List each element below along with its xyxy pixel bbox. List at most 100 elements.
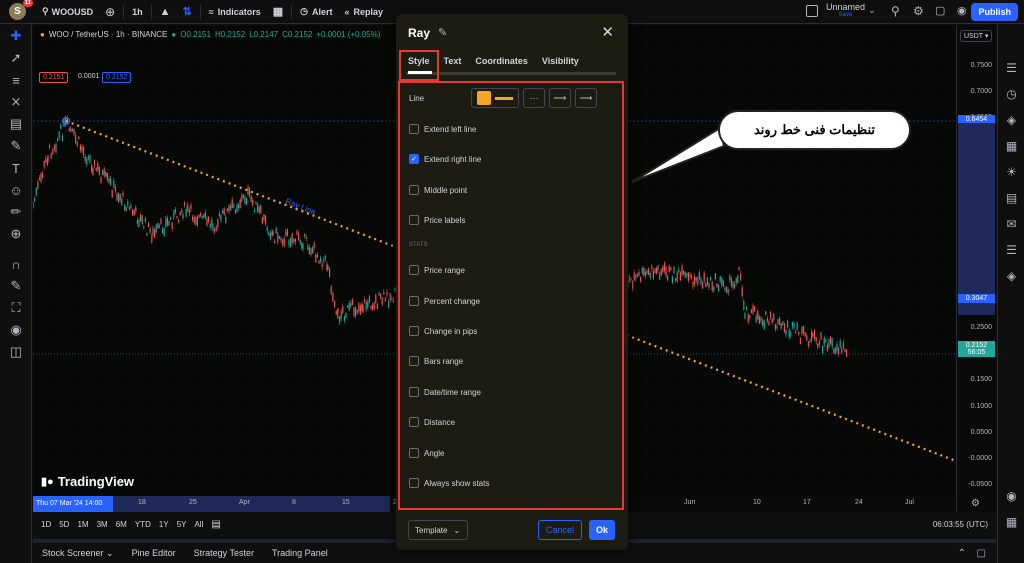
checkbox[interactable]: [409, 417, 419, 427]
replay-button[interactable]: «Replay: [339, 0, 390, 24]
panel-strategy-tester[interactable]: Strategy Tester: [185, 548, 263, 558]
symbol-search-button[interactable]: ⚲ WOOUSD: [36, 0, 99, 24]
range-ytd[interactable]: YTD: [131, 520, 155, 529]
legend-title[interactable]: WOO / TetherUS · 1h · BINANCE: [49, 30, 168, 39]
candles-icon[interactable]: ⇅: [177, 0, 198, 24]
interval-button[interactable]: 1h: [126, 0, 149, 24]
close-icon[interactable]: ✕: [601, 23, 614, 41]
help-icon[interactable]: ◉: [998, 483, 1024, 509]
indicators-button[interactable]: ≈ Indicators: [203, 0, 267, 24]
emoji-icon[interactable]: ☺: [0, 179, 32, 201]
clock[interactable]: 06:03:55 (UTC): [933, 520, 988, 529]
stat-change-in-pips[interactable]: Change in pips: [409, 326, 477, 336]
watchlist-icon[interactable]: ☰: [998, 55, 1024, 81]
checkbox[interactable]: [409, 478, 419, 488]
checkbox[interactable]: [409, 185, 419, 195]
line-color-width-button[interactable]: [471, 88, 519, 108]
checkbox[interactable]: [409, 326, 419, 336]
ruler-icon[interactable]: ✏: [0, 201, 32, 223]
panel-pine-editor[interactable]: Pine Editor: [123, 548, 185, 558]
compare-symbol-button[interactable]: ⊕: [99, 0, 121, 24]
checkbox[interactable]: [409, 265, 419, 275]
settings-icon[interactable]: ⚙: [913, 4, 924, 18]
range-1m[interactable]: 1M: [73, 520, 92, 529]
ok-button[interactable]: Ok: [589, 520, 615, 540]
checkbox[interactable]: [409, 387, 419, 397]
notes-icon[interactable]: ☰: [998, 237, 1024, 263]
tab-coordinates[interactable]: Coordinates: [468, 54, 535, 74]
range-6m[interactable]: 6M: [112, 520, 131, 529]
publish-button[interactable]: Publish: [971, 3, 1018, 21]
eye-icon[interactable]: ◉: [0, 319, 32, 341]
range-1y[interactable]: 1Y: [155, 520, 173, 529]
chat-icon[interactable]: ✉: [998, 211, 1024, 237]
panel-trading-panel[interactable]: Trading Panel: [263, 548, 337, 558]
currency-selector[interactable]: USDT ▾: [960, 30, 993, 42]
camera-icon[interactable]: ◉: [957, 4, 967, 17]
data-window-icon[interactable]: ▦: [998, 133, 1024, 159]
zoom-in-icon[interactable]: ⊕: [0, 223, 32, 245]
sell-price-box[interactable]: 0.2151: [39, 72, 69, 83]
goto-date-icon[interactable]: ▤: [207, 519, 224, 530]
buy-price-box[interactable]: 0.2152: [102, 72, 132, 83]
checkbox[interactable]: [409, 356, 419, 366]
tab-text[interactable]: Text: [437, 54, 469, 74]
stay-in-drawing-icon[interactable]: ✎: [0, 275, 32, 297]
template-dropdown[interactable]: Template ⌄: [408, 520, 468, 540]
stat-distance[interactable]: Distance: [409, 417, 455, 427]
tab-visibility[interactable]: Visibility: [535, 54, 586, 74]
range-5y[interactable]: 5Y: [173, 520, 191, 529]
fib-icon[interactable]: ≡: [0, 69, 32, 91]
layout-icon[interactable]: [806, 5, 818, 17]
calendar-icon[interactable]: ▤: [998, 185, 1024, 211]
checkbox[interactable]: [409, 124, 419, 134]
object-tree-icon[interactable]: ◈: [998, 107, 1024, 133]
line-end-icon[interactable]: ⟶: [575, 88, 597, 108]
price-scale[interactable]: USDT ▾ 0.75000.70000.65000.60000.55000.5…: [956, 25, 996, 512]
option-extend-right[interactable]: ✓ Extend right line: [409, 154, 481, 164]
ideas-icon[interactable]: ☀: [998, 159, 1024, 185]
layout-grid-icon[interactable]: ▦: [267, 0, 289, 24]
fullscreen-icon[interactable]: ▢: [935, 4, 945, 17]
stat-always-show[interactable]: Always show stats: [409, 478, 489, 488]
lock-icon[interactable]: ⛶: [0, 297, 32, 319]
text-icon[interactable]: T: [0, 157, 32, 179]
prediction-icon[interactable]: ▤: [0, 113, 32, 135]
chevron-down-icon[interactable]: ⌄: [868, 5, 876, 16]
scale-settings-icon[interactable]: ⚙: [971, 498, 980, 509]
option-price-labels[interactable]: Price labels: [409, 215, 465, 225]
checkbox[interactable]: [409, 448, 419, 458]
stat-percent-change[interactable]: Percent change: [409, 296, 480, 306]
rename-pencil-icon[interactable]: ✎: [438, 26, 447, 39]
checkbox[interactable]: [409, 296, 419, 306]
magnet-icon[interactable]: ∩: [0, 253, 32, 275]
option-middle-point[interactable]: Middle point: [409, 185, 467, 195]
avatar[interactable]: S 11: [9, 0, 33, 20]
stat-angle[interactable]: Angle: [409, 448, 444, 458]
stat-bars-range[interactable]: Bars range: [409, 356, 463, 366]
line-style-dotted-icon[interactable]: ⋯: [523, 88, 545, 108]
line-start-icon[interactable]: ⟶: [549, 88, 571, 108]
hotlists-icon[interactable]: ◈: [998, 263, 1024, 289]
stat-price-range[interactable]: Price range: [409, 265, 465, 275]
range-all[interactable]: All: [190, 520, 207, 529]
range-1d[interactable]: 1D: [37, 520, 55, 529]
trend-line-icon[interactable]: ➚: [0, 47, 32, 69]
crosshair-icon[interactable]: ✚: [0, 25, 32, 47]
option-extend-left[interactable]: Extend left line: [409, 124, 476, 134]
panel-stock-screener[interactable]: Stock Screener ⌄: [33, 548, 123, 559]
maximize-icon[interactable]: ▢: [977, 548, 986, 559]
layout-name[interactable]: Unnamed Save: [826, 2, 865, 18]
layers-icon[interactable]: ▦: [998, 509, 1024, 535]
trash-icon[interactable]: ◫: [0, 341, 32, 363]
checkbox[interactable]: [409, 215, 419, 225]
checkbox-checked[interactable]: ✓: [409, 154, 419, 164]
alerts-clock-icon[interactable]: ◷: [998, 81, 1024, 107]
brush-icon[interactable]: ✎: [0, 135, 32, 157]
range-5d[interactable]: 5D: [55, 520, 73, 529]
range-3m[interactable]: 3M: [93, 520, 112, 529]
cancel-button[interactable]: Cancel: [538, 520, 582, 540]
quick-search-icon[interactable]: ⚲: [891, 4, 900, 18]
stat-date-time-range[interactable]: Date/time range: [409, 387, 481, 397]
pattern-icon[interactable]: ⨯: [0, 91, 32, 113]
